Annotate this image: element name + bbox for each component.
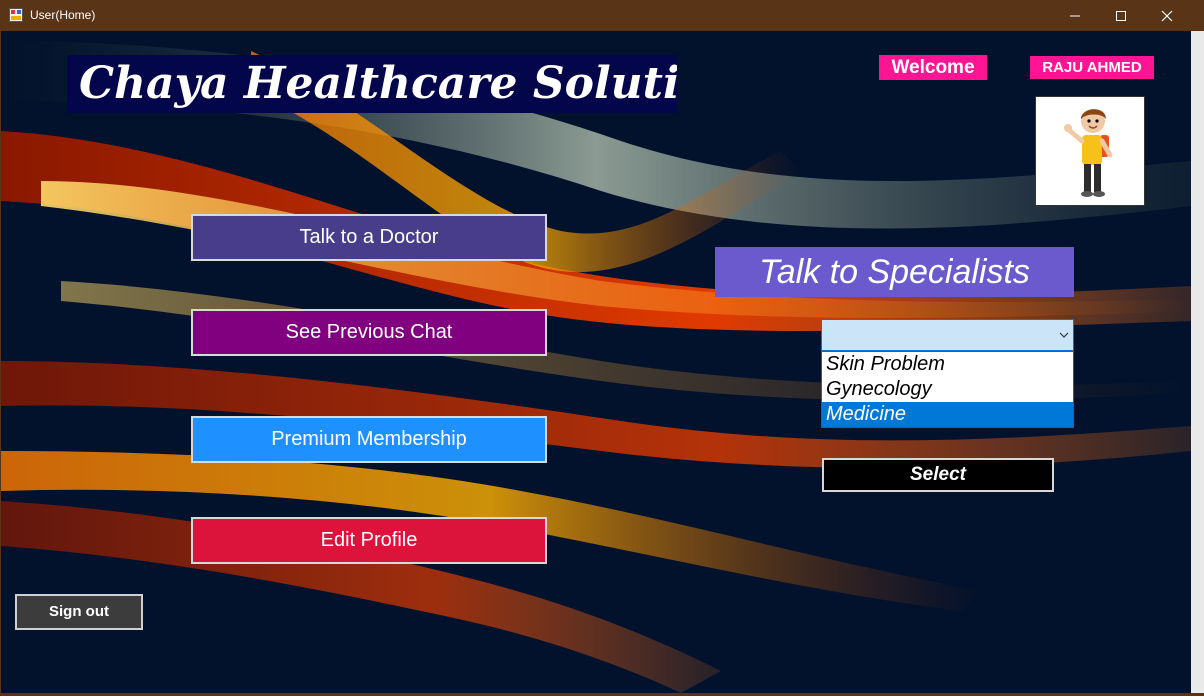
sign-out-button[interactable]: Sign out xyxy=(15,594,143,630)
window-title: User(Home) xyxy=(30,8,96,22)
app-brand-title: Chaya Healthcare Solution xyxy=(67,55,677,113)
edit-profile-button[interactable]: Edit Profile xyxy=(191,517,547,564)
dropdown-option-skin-problem[interactable]: Skin Problem xyxy=(822,352,1073,377)
see-previous-chat-button[interactable]: See Previous Chat xyxy=(191,309,547,356)
talk-to-doctor-button[interactable]: Talk to a Doctor xyxy=(191,214,547,261)
title-bar[interactable]: User(Home) xyxy=(0,0,1204,31)
maximize-button[interactable] xyxy=(1098,0,1144,31)
app-icon xyxy=(9,8,23,22)
cartoon-boy-avatar-image xyxy=(1036,97,1144,205)
maximize-icon xyxy=(1116,10,1126,21)
welcome-label: Welcome xyxy=(879,55,987,80)
specialist-combobox[interactable] xyxy=(821,319,1074,351)
chevron-down-icon[interactable] xyxy=(1057,328,1071,342)
select-button[interactable]: Select xyxy=(822,458,1054,492)
close-button[interactable] xyxy=(1144,0,1190,31)
dropdown-option-gynecology[interactable]: Gynecology xyxy=(822,377,1073,402)
minimize-button[interactable] xyxy=(1052,0,1098,31)
user-name-label: RAJU AHMED xyxy=(1030,56,1154,79)
specialists-title: Talk to Specialists xyxy=(715,247,1074,297)
app-window: User(Home) Chaya Healthcare Solution Wel… xyxy=(0,0,1204,696)
premium-membership-button[interactable]: Premium Membership xyxy=(191,416,547,463)
main-panel: Chaya Healthcare Solution Welcome RAJU A… xyxy=(1,31,1191,693)
minimize-icon xyxy=(1070,15,1080,16)
dropdown-option-medicine[interactable]: Medicine xyxy=(822,402,1073,427)
specialist-dropdown-list: Skin Problem Gynecology Medicine xyxy=(821,351,1074,428)
window-border-right xyxy=(1191,31,1204,696)
close-icon xyxy=(1161,10,1173,21)
avatar xyxy=(1035,96,1145,206)
